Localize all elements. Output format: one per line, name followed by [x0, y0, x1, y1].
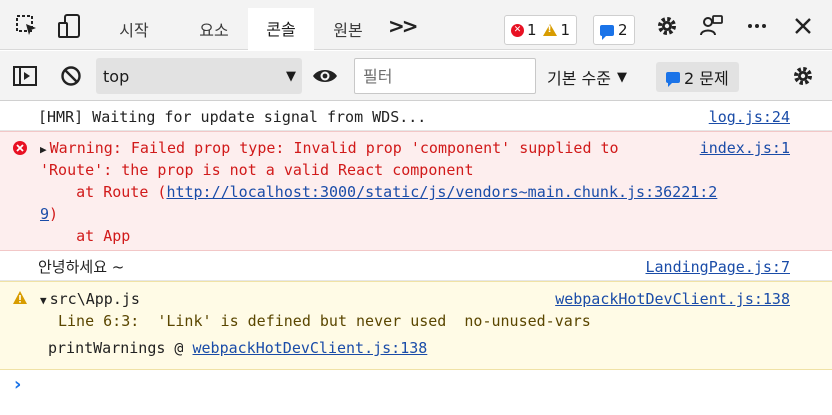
error-icon — [12, 140, 28, 160]
console-settings-gear-icon[interactable] — [790, 63, 816, 89]
expand-triangle-icon[interactable]: ▶ — [40, 139, 47, 161]
console-toolbar: top ▼ 기본 수준 ▼ 2 문제 — [0, 51, 832, 101]
tab-welcome[interactable]: 시작 — [104, 8, 164, 50]
console-message-hmr: [HMR] Waiting for update signal from WDS… — [0, 102, 832, 131]
filter-input[interactable] — [354, 58, 536, 94]
show-sidebar-icon[interactable] — [12, 63, 38, 89]
error-line-1[interactable]: ▶ Warning: Failed prop type: Invalid prop… — [40, 137, 619, 161]
inspect-element-icon[interactable] — [14, 13, 40, 39]
error-icon: ✕ — [511, 23, 524, 37]
stack-trace-link-continued[interactable]: 9 — [40, 205, 49, 223]
tab-sources[interactable]: 원본 — [318, 8, 378, 50]
console-message-error: ▶ Warning: Failed prop type: Invalid prop… — [0, 131, 832, 251]
issues-button[interactable]: 2 문제 — [656, 62, 739, 92]
message-text: [HMR] Waiting for update signal from WDS… — [38, 108, 427, 126]
issues-message-icon — [666, 71, 680, 87]
message-icon — [600, 24, 614, 40]
error-count: 1 — [527, 21, 537, 39]
error-line-4: 9) — [40, 205, 59, 223]
close-icon[interactable] — [790, 13, 816, 39]
tab-console[interactable]: 콘솔 — [248, 8, 314, 50]
warning-detail: Line 6:3: 'Link' is defined but never us… — [58, 312, 591, 330]
collapse-triangle-icon[interactable]: ▼ — [40, 290, 47, 312]
message-source-link[interactable]: log.js:24 — [709, 106, 790, 128]
tab-elements[interactable]: 요소 — [184, 8, 244, 50]
execution-context-select[interactable]: top ▼ — [96, 58, 302, 94]
message-source-link[interactable]: LandingPage.js:7 — [646, 256, 791, 278]
warning-count: 1 — [560, 21, 571, 39]
context-value: top — [103, 66, 130, 86]
more-options-icon[interactable] — [744, 13, 770, 39]
log-levels-label: 기본 수준 — [547, 69, 611, 88]
log-levels-dropdown[interactable]: 기본 수준 ▼ — [547, 65, 627, 89]
warning-icon — [542, 24, 557, 36]
error-line-2: 'Route': the prop is not a valid React c… — [40, 161, 474, 179]
stack-trace-link[interactable]: http://localhost:3000/static/js/vendors~… — [166, 183, 717, 201]
devtools-tab-bar: 시작 요소 콘솔 원본 >> ✕1 1 2 — [0, 0, 832, 50]
console-prompt-chevron-icon[interactable]: › — [14, 374, 21, 395]
dropdown-arrow-icon: ▼ — [286, 68, 296, 84]
error-line-5: at App — [40, 227, 131, 245]
message-count: 2 — [618, 21, 628, 39]
console-message-greeting: 안녕하세요 ~ LandingPage.js:7 — [0, 251, 832, 281]
message-source-link[interactable]: index.js:1 — [700, 137, 790, 159]
trace-link[interactable]: webpackHotDevClient.js:138 — [193, 339, 428, 357]
error-warning-counter[interactable]: ✕1 1 — [504, 15, 578, 45]
warning-trace: printWarnings @ webpackHotDevClient.js:1… — [48, 339, 428, 357]
clear-console-icon[interactable] — [58, 63, 84, 89]
message-source-link[interactable]: webpackHotDevClient.js:138 — [555, 288, 790, 310]
message-text: 안녕하세요 ~ — [38, 258, 125, 276]
settings-gear-icon[interactable] — [654, 13, 680, 39]
chevron-down-icon: ▼ — [616, 69, 627, 85]
feedback-icon[interactable] — [698, 13, 724, 39]
live-expression-eye-icon[interactable] — [312, 63, 338, 89]
warning-file-line[interactable]: ▼ src\App.js — [40, 288, 140, 312]
issues-label: 2 문제 — [684, 69, 729, 88]
more-tabs-icon[interactable]: >> — [388, 14, 418, 38]
message-counter[interactable]: 2 — [593, 15, 635, 45]
device-emulation-icon[interactable] — [56, 13, 82, 39]
error-line-3: at Route (http://localhost:3000/static/j… — [40, 183, 718, 201]
warning-icon — [12, 290, 28, 309]
console-output: [HMR] Waiting for update signal from WDS… — [0, 102, 832, 415]
console-message-warning: ▼ src\App.js Line 6:3: 'Link' is defined … — [0, 281, 832, 370]
